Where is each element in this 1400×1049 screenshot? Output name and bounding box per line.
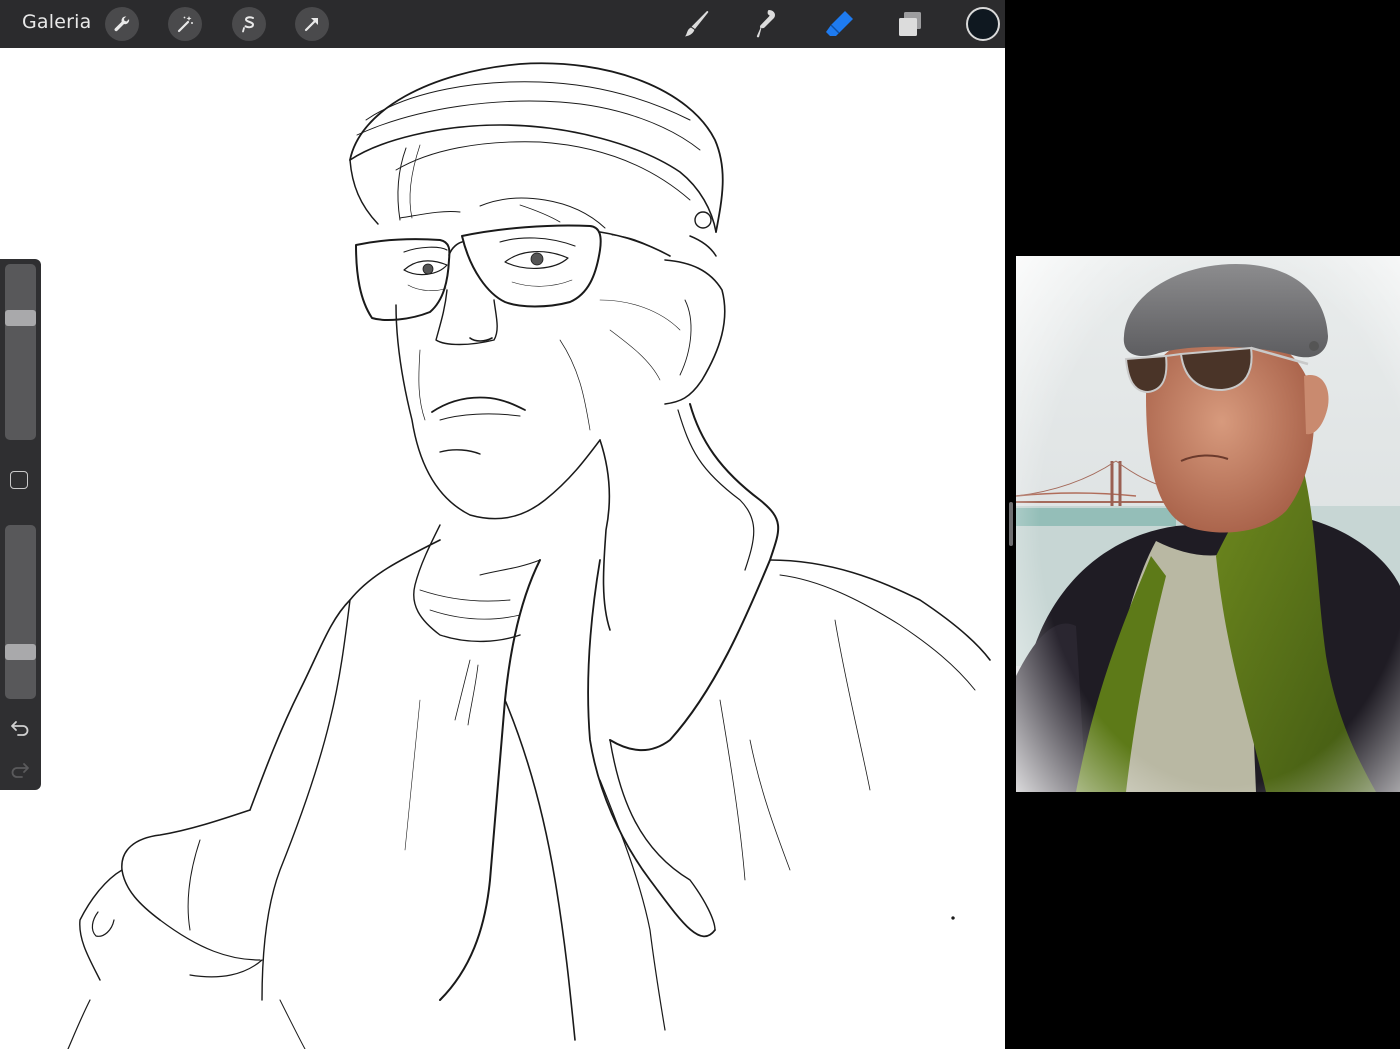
drawing-canvas[interactable] <box>0 48 1005 1049</box>
actions-wrench-button[interactable] <box>105 7 139 41</box>
gallery-link[interactable]: Galeria <box>22 11 91 33</box>
line-art-sketch <box>67 62 991 1049</box>
color-picker-swatch[interactable] <box>966 7 1000 41</box>
brush-icon <box>685 11 709 37</box>
top-toolbar: Galeria <box>0 0 1005 48</box>
wrench-icon <box>114 16 130 32</box>
layers-button[interactable] <box>891 5 929 43</box>
opacity-slider-thumb[interactable] <box>5 644 36 660</box>
eraser-icon <box>826 11 853 36</box>
layers-icon <box>899 12 921 36</box>
brush-button[interactable] <box>677 5 715 43</box>
redo-icon <box>11 763 29 778</box>
eraser-button[interactable] <box>821 5 859 43</box>
smudge-icon <box>756 10 775 38</box>
brush-size-slider[interactable] <box>5 264 36 440</box>
reference-photo <box>1016 256 1400 792</box>
selection-button[interactable] <box>232 7 266 41</box>
portrait-photo <box>1016 256 1400 792</box>
brush-size-slider-thumb[interactable] <box>5 310 36 326</box>
split-view-handle[interactable] <box>1009 502 1013 546</box>
opacity-slider[interactable] <box>5 525 36 699</box>
selection-icon <box>242 16 255 33</box>
modify-button[interactable] <box>10 471 28 489</box>
magic-wand-icon <box>177 16 193 33</box>
adjustments-button[interactable] <box>168 7 202 41</box>
smudge-button[interactable] <box>748 5 786 43</box>
left-sidebar <box>0 259 41 790</box>
transform-button[interactable] <box>295 7 329 41</box>
undo-button[interactable] <box>9 717 31 739</box>
transform-arrow-icon <box>304 18 318 32</box>
redo-button[interactable] <box>9 759 31 781</box>
undo-icon <box>11 721 29 736</box>
